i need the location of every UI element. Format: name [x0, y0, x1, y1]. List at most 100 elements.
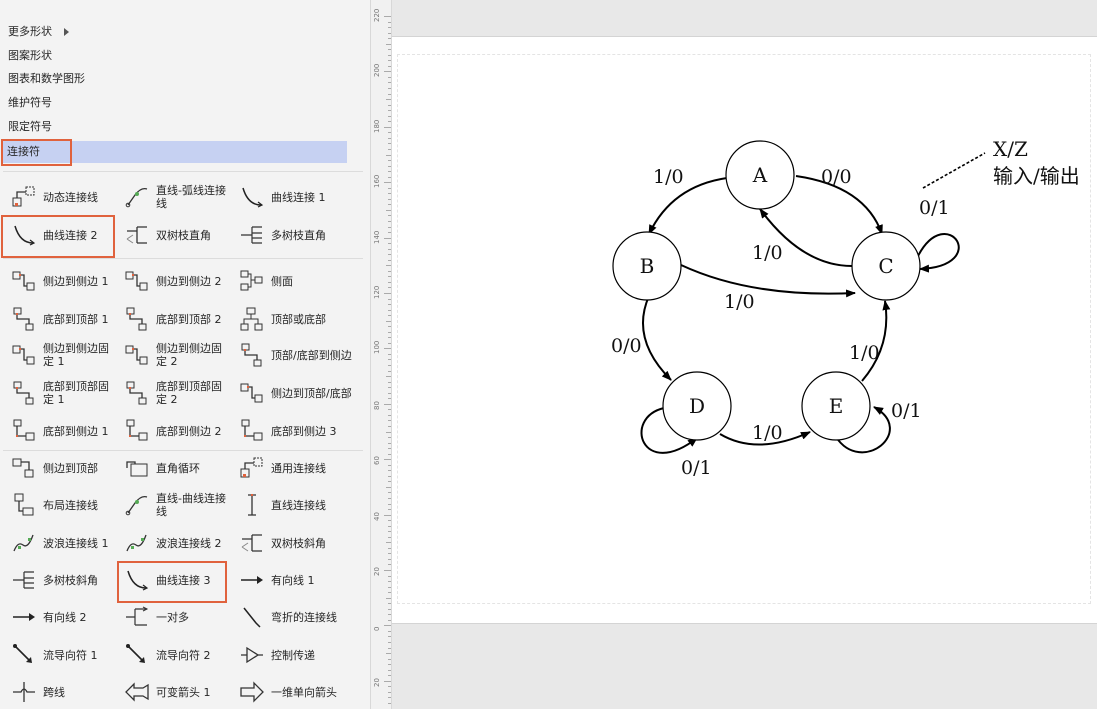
- shape-control-transfer[interactable]: 控制传递: [236, 638, 362, 672]
- menu-pattern-shapes[interactable]: 图案形状: [8, 45, 52, 67]
- arrow-line-icon: [13, 613, 35, 621]
- shape-bottom-to-side-1[interactable]: 底部到侧边 1: [8, 414, 118, 448]
- ruler-minor-tick: [388, 110, 391, 112]
- shape-label: 侧边到侧边固定 2: [156, 342, 222, 368]
- ruler-minor-tick: [388, 525, 391, 527]
- shape-flow-director-1[interactable]: 流导向符 1: [8, 638, 118, 672]
- shape-line-arc-connector[interactable]: 直线-弧线连接线: [121, 180, 231, 214]
- shape-dynamic-connector[interactable]: 动态连接线: [8, 180, 118, 214]
- ruler-minor-tick: [386, 154, 391, 156]
- ruler-minor-tick: [388, 27, 391, 29]
- ruler-minor-tick: [388, 143, 391, 145]
- shape-directed-line-1[interactable]: 有向线 1: [236, 563, 362, 597]
- menu-qualifier-symbols[interactable]: 限定符号: [8, 116, 52, 138]
- menu-more-shapes[interactable]: 更多形状: [8, 21, 69, 43]
- state-b[interactable]: B: [612, 231, 682, 301]
- shape-double-tree-oblique[interactable]: 双树枝斜角: [236, 526, 362, 560]
- shape-curve-connector-3[interactable]: 曲线连接 3: [121, 563, 231, 597]
- transition-b-to-d[interactable]: [642, 295, 672, 381]
- ruler-minor-tick: [388, 503, 391, 505]
- shape-wave-connector-2[interactable]: 波浪连接线 2: [121, 526, 231, 560]
- ruler-minor-tick: [388, 365, 391, 367]
- shape-side-to-side-2[interactable]: 侧边到侧边 2: [121, 264, 231, 298]
- curve-icon: [242, 187, 264, 208]
- shape-top-bottom-to-side[interactable]: 顶部/底部到侧边: [236, 338, 362, 372]
- transition-b-to-c[interactable]: [680, 264, 856, 298]
- shape-label: 直线连接线: [271, 498, 326, 512]
- shape-side[interactable]: 侧面: [236, 264, 362, 298]
- shape-bottom-to-top-fixed-2[interactable]: 底部到顶部固定 2: [121, 376, 231, 410]
- shape-right-angle-loop[interactable]: 直角循环: [121, 451, 231, 485]
- transition-c-self[interactable]: [917, 233, 960, 273]
- shape-one-to-many[interactable]: 一对多: [121, 600, 231, 634]
- shape-label: 底部到侧边 3: [271, 424, 337, 438]
- ruler-minor-tick: [388, 76, 391, 78]
- shape-layout-connector[interactable]: 布局连接线: [8, 488, 118, 522]
- shape-variable-arrow-1[interactable]: 可变箭头 1: [121, 675, 231, 709]
- ruler-minor-tick: [388, 370, 391, 372]
- ruler-minor-tick: [388, 259, 391, 261]
- state-e[interactable]: E: [801, 371, 871, 441]
- transition-e-to-c[interactable]: [861, 300, 891, 382]
- shape-bottom-to-side-2[interactable]: 底部到侧边 2: [121, 414, 231, 448]
- shape-side-to-side-1[interactable]: 侧边到侧边 1: [8, 264, 118, 298]
- multi-tree-icon: [241, 226, 262, 244]
- ruler-minor-tick: [388, 342, 391, 344]
- ruler-tick: [384, 403, 391, 405]
- ruler-minor-tick: [386, 320, 391, 322]
- shape-bent-connector[interactable]: 弯折的连接线: [236, 600, 362, 634]
- vertical-ruler: 220 200 180 160 140 120 100 80 60 40 20 0 20: [370, 0, 392, 709]
- double-arrow-icon: [125, 682, 149, 702]
- ruler-tick: [384, 625, 391, 627]
- state-c[interactable]: C: [851, 231, 921, 301]
- shape-flow-director-2[interactable]: 流导向符 2: [121, 638, 231, 672]
- shape-bottom-to-side-3[interactable]: 底部到侧边 3: [236, 414, 362, 448]
- state-d[interactable]: D: [662, 371, 732, 441]
- shape-curve-connector-2[interactable]: 曲线连接 2: [8, 218, 118, 252]
- shape-multi-tree-oblique[interactable]: 多树枝斜角: [8, 563, 118, 597]
- shape-double-tree-right-angle[interactable]: 双树枝直角: [121, 218, 231, 252]
- shape-side-to-side-fixed-2[interactable]: 侧边到侧边固定 2: [121, 338, 231, 372]
- ruler-tick: [384, 680, 391, 682]
- shape-label: 动态连接线: [43, 190, 98, 204]
- ruler-minor-tick: [388, 254, 391, 256]
- shape-line-curve-connector[interactable]: 直线-曲线连接线: [121, 488, 231, 522]
- ruler-minor-tick: [388, 492, 391, 494]
- ruler-minor-tick: [388, 165, 391, 167]
- ruler-minor-tick: [388, 270, 391, 272]
- shape-multi-tree-right-angle[interactable]: 多树枝直角: [236, 218, 362, 252]
- ruler-minor-tick: [388, 65, 391, 67]
- shape-top-or-bottom[interactable]: 顶部或底部: [236, 302, 362, 336]
- shape-straight-connector[interactable]: 直线连接线: [236, 488, 362, 522]
- state-a[interactable]: A: [725, 140, 795, 210]
- menu-more-shapes-label: 更多形状: [8, 25, 52, 38]
- shape-wave-connector-1[interactable]: 波浪连接线 1: [8, 526, 118, 560]
- state-diagram[interactable]: A B C D E 1/0 0/0 1/0 1/0 0/1 0/0 0/1 1/…: [392, 36, 1097, 624]
- shape-side-to-top-bottom[interactable]: 侧边到顶部/底部: [236, 376, 362, 410]
- one-to-many-icon: [126, 606, 149, 626]
- side-to-side-icon: [12, 271, 35, 291]
- shape-label: 底部到顶部 2: [156, 312, 222, 326]
- shape-bottom-to-top-1[interactable]: 底部到顶部 1: [8, 302, 118, 336]
- shape-side-to-side-fixed-1[interactable]: 侧边到侧边固定 1: [8, 338, 118, 372]
- ruler-minor-tick: [388, 575, 391, 577]
- ruler-tick: [384, 570, 391, 571]
- shape-label: 底部到侧边 2: [156, 424, 222, 438]
- shape-directed-line-2[interactable]: 有向线 2: [8, 600, 118, 634]
- shape-label: 底部到顶部固定 1: [43, 380, 109, 406]
- ruler-minor-tick: [388, 337, 391, 339]
- menu-charts-math[interactable]: 图表和数学图形: [8, 68, 85, 90]
- shape-side-to-top[interactable]: 侧边到顶部: [8, 451, 118, 485]
- shape-jump-line[interactable]: 跨线: [8, 675, 118, 709]
- shape-label: 曲线连接 1: [271, 190, 326, 204]
- bottom-to-top-icon: [13, 307, 34, 331]
- label-e-to-c: 1/0: [849, 342, 880, 364]
- shape-1d-single-arrow[interactable]: 一维单向箭头: [236, 675, 362, 709]
- shape-bottom-to-top-2[interactable]: 底部到顶部 2: [121, 302, 231, 336]
- menu-maintenance-symbols[interactable]: 维护符号: [8, 92, 52, 114]
- shape-bottom-to-top-fixed-1[interactable]: 底部到顶部固定 1: [8, 376, 118, 410]
- shape-label: 有向线 1: [271, 573, 315, 587]
- shape-label: 一维单向箭头: [271, 685, 337, 699]
- shape-generic-connector[interactable]: 通用连接线: [236, 451, 362, 485]
- shape-curve-connector-1[interactable]: 曲线连接 1: [236, 180, 362, 214]
